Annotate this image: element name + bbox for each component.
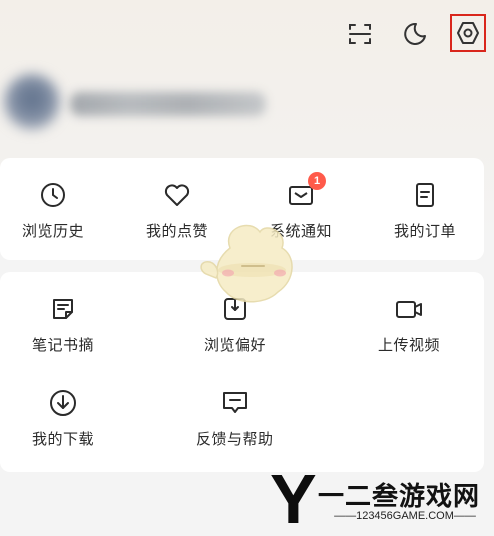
menu-item-history[interactable]: 浏览历史 <box>22 180 84 241</box>
profile-header[interactable] <box>0 70 494 150</box>
tool-item-upload-video[interactable]: 上传视频 <box>378 294 440 355</box>
video-camera-icon <box>394 294 424 324</box>
heart-icon <box>162 180 192 210</box>
settings-icon[interactable] <box>450 14 486 52</box>
tool-item-label: 上传视频 <box>378 336 441 354</box>
top-bar <box>0 0 494 70</box>
download-icon <box>48 388 78 418</box>
scan-icon[interactable] <box>342 16 378 52</box>
watermark-logo: Y <box>270 460 317 536</box>
menu-item-label: 我的订单 <box>394 222 457 240</box>
menu-item-label: 浏览历史 <box>22 222 85 240</box>
username <box>70 92 266 116</box>
notification-badge: 1 <box>308 172 326 190</box>
tool-item-label: 反馈与帮助 <box>196 430 274 448</box>
tool-item-feedback[interactable]: 反馈与帮助 <box>196 388 274 449</box>
tool-item-notes[interactable]: 笔记书摘 <box>32 294 94 355</box>
menu-item-orders[interactable]: 我的订单 <box>394 180 456 241</box>
watermark-title: 一二叁游戏网 <box>318 482 481 512</box>
avatar[interactable] <box>4 74 60 130</box>
document-icon <box>410 180 440 210</box>
mail-icon: 1 <box>286 172 326 210</box>
watermark-subtitle: ——123456GAME.COM—— <box>334 510 476 522</box>
site-watermark: Y 一二叁游戏网 ——123456GAME.COM—— <box>270 462 494 536</box>
clock-icon <box>38 180 68 210</box>
tool-item-label: 浏览偏好 <box>204 336 267 354</box>
tool-item-label: 我的下载 <box>32 430 95 448</box>
feedback-icon <box>220 388 250 418</box>
mascot-illustration <box>200 224 293 303</box>
note-icon <box>48 294 78 324</box>
tool-item-label: 笔记书摘 <box>32 336 95 354</box>
tool-item-downloads[interactable]: 我的下载 <box>32 388 94 449</box>
moon-icon[interactable] <box>397 16 433 52</box>
